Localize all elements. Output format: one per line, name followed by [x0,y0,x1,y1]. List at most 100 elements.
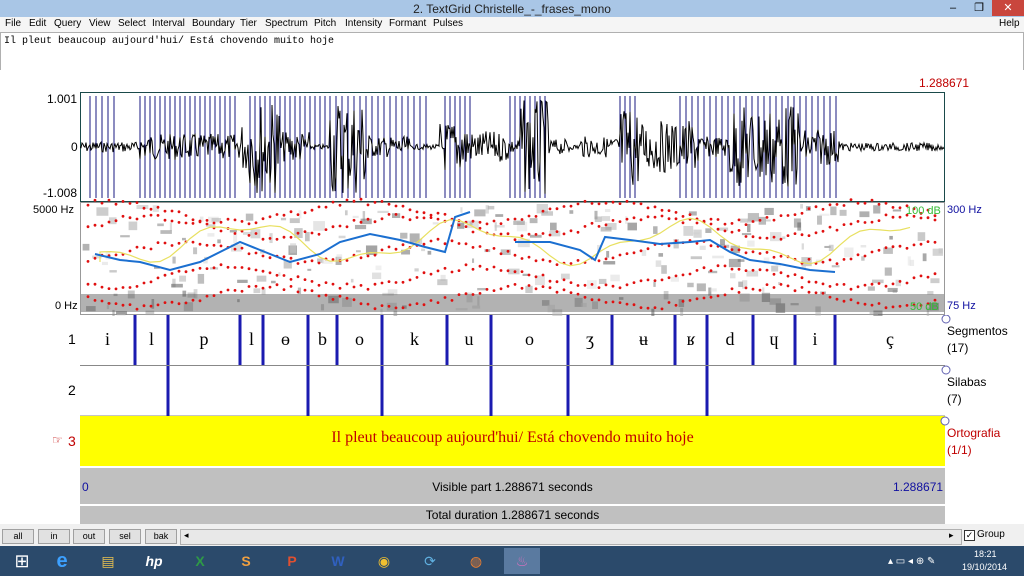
spectrogram-cell [738,281,743,288]
all-button[interactable]: all [2,529,34,544]
syllable-boundaries[interactable] [166,366,709,416]
firefox-icon[interactable]: ◍ [458,548,494,574]
powerpoint-icon[interactable]: P [274,548,310,574]
tier2-handle[interactable] [941,365,951,375]
spectrogram-cell [683,226,694,236]
horizontal-scrollbar[interactable]: ◂ ▸ [180,529,962,545]
hp-icon[interactable]: hp [136,548,172,574]
formant-dot [436,211,440,215]
syllable-boundary[interactable] [489,366,493,416]
segment-boundary[interactable] [673,315,677,365]
menu-pulses[interactable]: Pulses [433,18,463,29]
formant-dot [268,271,272,275]
tier1-name[interactable]: Segmentos [947,324,1008,338]
segment-boundary[interactable] [751,315,755,365]
spectrogram-cell [157,223,164,227]
tray-icons[interactable]: ▴ ▭ ◂ ⊕ ✎ [888,556,935,567]
menu-pitch[interactable]: Pitch [314,18,336,29]
menu-interval[interactable]: Interval [152,18,185,29]
formant-dot [751,250,755,254]
formant-dot [884,213,888,217]
formant-dot [611,200,615,204]
scroll-right-icon[interactable]: ▸ [949,530,954,541]
close-button[interactable]: ✕ [992,0,1024,16]
formant-dot [730,230,734,234]
segment-boundary[interactable] [489,315,493,365]
formant-dot [877,302,881,305]
tier3-interval[interactable]: Il pleut beaucoup aujourd'hui/ Está chov… [80,416,945,466]
syllable-boundary[interactable] [705,366,709,416]
minimize-button[interactable]: – [940,0,966,16]
formant-dot [674,303,678,307]
zoom-in-button[interactable]: in [38,529,70,544]
tier1-handle[interactable] [941,315,951,324]
segment-boundary[interactable] [380,315,384,365]
menu-edit[interactable]: Edit [29,18,46,29]
word-icon[interactable]: W [320,548,356,574]
windows-start-icon[interactable]: ⊞ [4,548,40,574]
tier3-number: 3 [68,433,76,449]
segment-boundary[interactable] [566,315,570,365]
tier3-handle[interactable] [937,416,951,426]
app-s-icon[interactable]: S [228,548,264,574]
group-checkbox[interactable]: ✓ [964,530,975,541]
segment-boundary[interactable] [335,315,339,365]
formant-dot [478,220,482,224]
visible-part-bar[interactable]: 0 Visible part 1.288671 seconds 1.288671 [80,468,945,504]
excel-icon[interactable]: X [182,548,218,574]
formant-dot [93,256,97,260]
menu-spectrum[interactable]: Spectrum [265,18,308,29]
chrome-icon[interactable]: ◉ [366,548,402,574]
formant-dot [702,296,706,300]
selection-button[interactable]: sel [109,529,141,544]
text-input[interactable]: Il pleut beaucoup aujourd'hui/ Está chov… [0,32,1024,71]
spectrogram-cell [525,285,533,294]
formant-dot [541,273,545,277]
segment-boundary[interactable] [705,315,709,365]
segment-boundary[interactable] [793,315,797,365]
segment-boundary[interactable] [133,315,137,365]
file-explorer-icon[interactable]: ▤ [90,548,126,574]
zoom-out-button[interactable]: out [73,529,105,544]
scroll-left-icon[interactable]: ◂ [184,530,189,541]
tier3-name[interactable]: Ortografia [947,426,1000,440]
total-duration-bar[interactable]: Total duration 1.288671 seconds [80,506,945,524]
menu-intensity[interactable]: Intensity [345,18,382,29]
formant-dot [310,231,314,235]
menu-formant[interactable]: Formant [389,18,426,29]
interval-tiers[interactable]: ilplɵbokuoʒʉʁdɥiç [80,315,955,417]
segment-boundary[interactable] [610,315,614,365]
formant-dot [520,270,524,273]
app-g-icon[interactable]: ⟳ [412,548,448,574]
formant-dot [114,253,118,257]
menu-view[interactable]: View [89,18,111,29]
segment-boundary[interactable] [238,315,242,365]
menu-query[interactable]: Query [54,18,81,29]
segment-boundary[interactable] [445,315,449,365]
formant-dot [765,251,769,254]
menu-tier[interactable]: Tier [240,18,257,29]
restore-button[interactable]: ❐ [966,0,992,16]
internet-explorer-icon[interactable]: e [44,548,80,574]
segment-boundary[interactable] [306,315,310,365]
formant-dot [296,290,300,294]
formant-dot [632,251,636,255]
back-button[interactable]: bak [145,529,177,544]
formant-dot [86,225,90,229]
segment-boundary[interactable] [261,315,265,365]
spectrogram-cell [375,265,382,271]
praat-icon[interactable]: ♨ [504,548,540,574]
menu-file[interactable]: File [5,18,21,29]
syllable-boundary[interactable] [166,366,170,416]
syllable-boundary[interactable] [566,366,570,416]
segment-boundary[interactable] [833,315,837,365]
menu-select[interactable]: Select [118,18,146,29]
signal-display[interactable]: 100 dB 50 dB [80,92,946,316]
formant-dot [212,243,216,247]
menu-help[interactable]: Help [999,18,1020,29]
syllable-boundary[interactable] [380,366,384,416]
syllable-boundary[interactable] [306,366,310,416]
menu-boundary[interactable]: Boundary [192,18,235,29]
spectrogram-cell [136,204,149,210]
segment-boundary[interactable] [166,315,170,365]
